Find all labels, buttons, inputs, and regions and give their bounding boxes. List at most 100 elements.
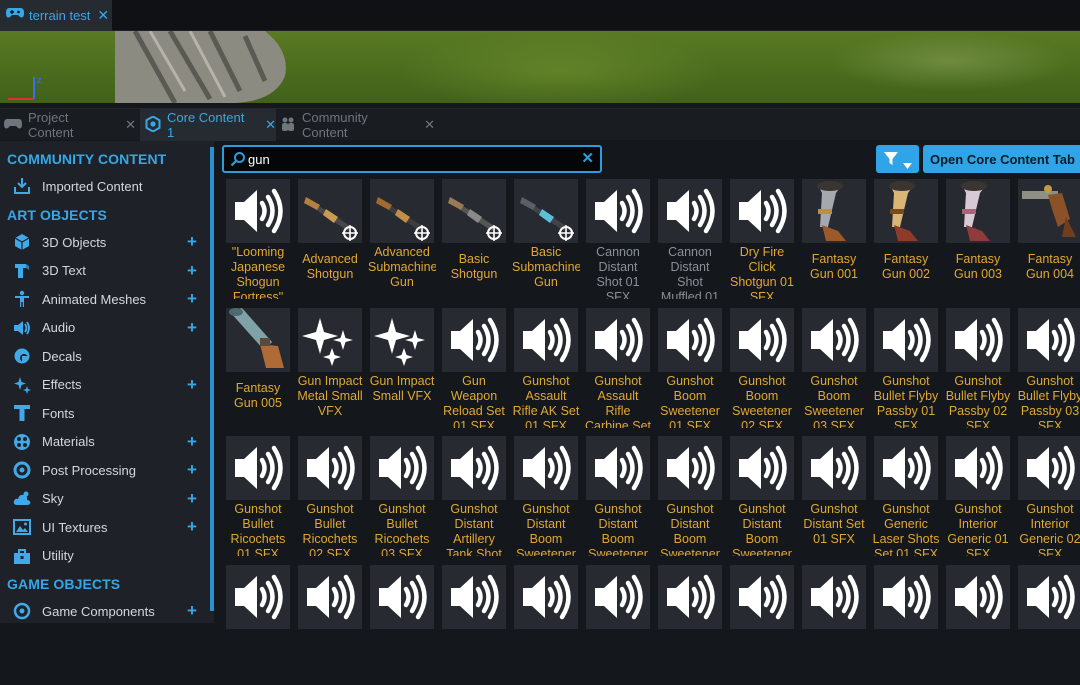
audio-speaker-icon [730,307,794,372]
asset-tile[interactable]: Gunshot Distant Boom Sweetener 02 SFX [584,436,652,556]
asset-tile[interactable] [512,564,580,685]
sidebar-item-sky[interactable]: Sky + [0,485,210,513]
sidebar-item-3d-text[interactable]: 3D Text + [0,257,210,285]
asset-tile[interactable]: "Looming Japanese Shogun Fortress" [224,179,292,299]
asset-tile[interactable]: Gunshot Bullet Flyby Passby 03 SFX [1016,307,1080,428]
gun-shotgun-icon [298,179,362,243]
asset-tile[interactable]: Gunshot Distant Boom Sweetener 03 SFX [656,436,724,556]
asset-tile[interactable]: Basic Shotgun [440,179,508,299]
asset-tile[interactable]: Fantasy Gun 005 [224,307,292,428]
asset-tile[interactable] [800,564,868,685]
tab-community-content[interactable]: Community Content ✕ [280,109,435,141]
tab-core-content[interactable]: Core Content 1 ✕ [140,109,276,141]
sidebar-item-ui-textures[interactable]: UI Textures + [0,513,210,541]
asset-tile[interactable]: Fantasy Gun 004 [1016,179,1080,299]
asset-tile[interactable]: Gunshot Boom Sweetener 02 SFX [728,307,796,428]
close-icon[interactable]: ✕ [265,117,276,133]
document-tab[interactable]: terrain test ✕ [0,0,112,31]
asset-tile[interactable] [1016,564,1080,685]
asset-title: Gunshot Generic Laser Shots Set 01 SFX [872,502,940,556]
sidebar-item-imported-content[interactable]: Imported Content [0,172,210,200]
viewport[interactable]: z [0,31,1080,103]
asset-tile[interactable]: Gunshot Generic Laser Shots Set 01 SFX [872,436,940,556]
asset-tile[interactable]: Gunshot Distant Set 01 SFX [800,436,868,556]
asset-tile[interactable]: Fantasy Gun 001 [800,179,868,299]
content-tab-bar: Project Content ✕ Core Content 1 ✕ Commu… [0,108,1080,141]
sidebar-item-animated-meshes[interactable]: Animated Meshes + [0,285,210,313]
sidebar-item-game-components[interactable]: Game Components + [0,597,210,623]
open-core-content-tab-button[interactable]: Open Core Content Tab [923,145,1080,173]
asset-tile[interactable] [872,564,940,685]
tab-label: Project Content [28,110,74,140]
asset-tile[interactable]: Gunshot Bullet Ricochets 03 SFX [368,436,436,556]
audio-speaker-icon [586,307,650,372]
sidebar-item-fonts[interactable]: Fonts [0,399,210,427]
asset-tile[interactable] [440,564,508,685]
add-icon[interactable]: + [187,375,197,395]
sidebar-item-post-processing[interactable]: Post Processing + [0,456,210,484]
asset-tile[interactable]: Gunshot Interior Generic 01 SFX [944,436,1012,556]
asset-title: Gunshot Bullet Flyby Passby 03 SFX [1017,373,1080,428]
sidebar-item-3d-objects[interactable]: 3D Objects + [0,228,210,256]
add-icon[interactable]: + [187,489,197,509]
asset-tile[interactable] [944,564,1012,685]
asset-tile[interactable]: Gunshot Distant Boom Sweetener 01 SFX [512,436,580,556]
asset-tile[interactable]: Gunshot Bullet Ricochets 02 SFX [296,436,364,556]
sidebar-item-decals[interactable]: Decals [0,342,210,370]
add-icon[interactable]: + [187,232,197,252]
asset-tile[interactable]: Gunshot Distant Artillery Tank Shot 01 S… [440,436,508,556]
add-icon[interactable]: + [187,432,197,452]
asset-tile[interactable]: Cannon Distant Shot 01 SFX [584,179,652,299]
asset-tile[interactable]: Advanced Shotgun [296,179,364,299]
add-icon[interactable]: + [187,601,197,621]
asset-tile[interactable]: Gun Weapon Reload Set 01 SFX [440,307,508,428]
asset-title [440,631,508,685]
sidebar-item-materials[interactable]: Materials + [0,428,210,456]
asset-tile[interactable]: Fantasy Gun 003 [944,179,1012,299]
clear-search-icon[interactable]: ✕ [581,149,594,167]
asset-tile[interactable]: Cannon Distant Shot Muffled 01 SFX [656,179,724,299]
search-input[interactable] [248,150,568,168]
asset-tile[interactable]: Gunshot Distant Boom Sweetener 04 SFX [728,436,796,556]
sidebar-item-audio[interactable]: Audio + [0,314,210,342]
asset-tile[interactable] [296,564,364,685]
sidebar-item-utility[interactable]: Utility [0,542,210,570]
add-icon[interactable]: + [187,318,197,338]
asset-tile[interactable]: Gunshot Bullet Ricochets 01 SFX [224,436,292,556]
asset-tile[interactable]: Gun Impact Metal Small VFX [296,307,364,428]
asset-tile[interactable]: Dry Fire Click Shotgun 01 SFX [728,179,796,299]
search-box[interactable]: ✕ [222,145,602,173]
audio-speaker-icon [514,436,578,500]
asset-tile[interactable]: Gunshot Assault Rifle AK Set 01 SFX [512,307,580,428]
add-icon[interactable]: + [187,517,197,537]
asset-title: Gunshot Boom Sweetener 03 SFX [804,373,864,428]
sidebar-item-effects[interactable]: Effects + [0,371,210,399]
asset-tile[interactable]: Gun Impact Small VFX [368,307,436,428]
asset-tile[interactable]: Fantasy Gun 002 [872,179,940,299]
asset-tile[interactable] [728,564,796,685]
close-icon[interactable]: ✕ [125,117,136,133]
asset-tile[interactable]: Basic Submachine Gun [512,179,580,299]
asset-tile[interactable] [368,564,436,685]
asset-tile[interactable]: Gunshot Assault Rifle Carbine Set 01 SFX [584,307,652,428]
add-icon[interactable]: + [187,460,197,480]
tab-project-content[interactable]: Project Content ✕ [4,109,136,141]
svg-text:z: z [37,75,42,85]
asset-tile[interactable]: Gunshot Bullet Flyby Passby 01 SFX [872,307,940,428]
asset-tile[interactable]: Gunshot Boom Sweetener 01 SFX [656,307,724,428]
asset-tile[interactable]: Gunshot Interior Generic 02 SFX [1016,436,1080,556]
asset-tile[interactable]: Advanced Submachine Gun [368,179,436,299]
asset-title: Gunshot Bullet Ricochets 03 SFX [374,502,430,556]
asset-tile[interactable] [584,564,652,685]
asset-tile[interactable]: Gunshot Bullet Flyby Passby 02 SFX [944,307,1012,428]
filter-button[interactable] [876,145,919,173]
add-icon[interactable]: + [187,261,197,281]
asset-tile[interactable]: Gunshot Boom Sweetener 03 SFX [800,307,868,428]
audio-speaker-icon [946,436,1010,500]
blunderbuss-silver-icon [802,179,866,243]
asset-tile[interactable] [656,564,724,685]
close-icon[interactable]: ✕ [424,117,435,133]
close-icon[interactable]: ✕ [97,7,109,24]
add-icon[interactable]: + [187,289,197,309]
asset-tile[interactable] [224,564,292,685]
